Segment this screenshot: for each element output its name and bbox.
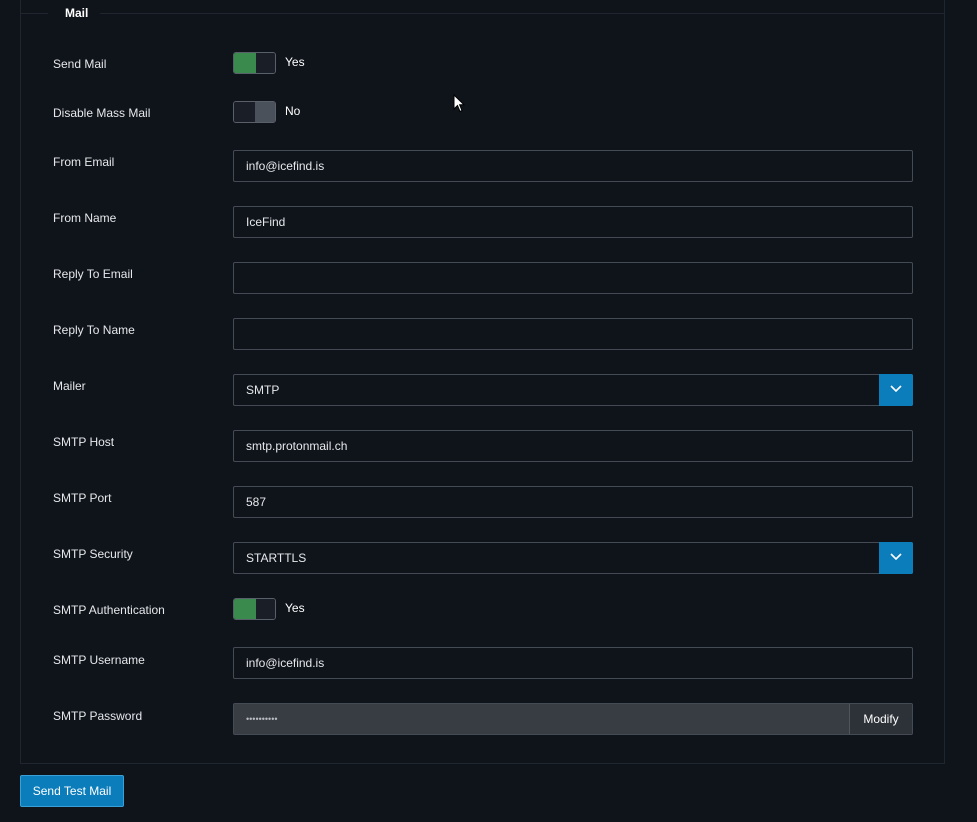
smtp-port-label: SMTP Port [53, 491, 112, 505]
smtp-host-label: SMTP Host [53, 435, 115, 449]
reply-to-email-label: Reply To Email [53, 267, 133, 281]
reply-to-name-label: Reply To Name [53, 323, 135, 337]
fieldset-border [20, 13, 48, 14]
toggle-knob [256, 599, 275, 619]
from-name-field[interactable]: IceFind [233, 206, 913, 238]
smtp-security-selected-value: STARTTLS [246, 551, 307, 565]
mouse-cursor-icon [453, 94, 465, 113]
disable-mass-mail-state: No [285, 104, 301, 118]
toggle-knob [256, 53, 275, 73]
smtp-host-field[interactable]: smtp.protonmail.ch [233, 430, 913, 462]
smtp-security-dropdown-button[interactable] [879, 542, 913, 574]
section-legend: Mail [65, 6, 89, 20]
from-name-label: From Name [53, 211, 117, 225]
smtp-password-label: SMTP Password [53, 709, 143, 723]
smtp-authentication-label: SMTP Authentication [53, 603, 165, 617]
mailer-label: Mailer [53, 379, 86, 393]
mailer-selected-value: SMTP [246, 383, 280, 397]
mailer-dropdown-button[interactable] [879, 374, 913, 406]
from-email-field[interactable]: info@icefind.is [233, 150, 913, 182]
smtp-password-group: •••••••••• Modify [233, 703, 913, 735]
toggle-fill [234, 599, 256, 619]
disable-mass-mail-label: Disable Mass Mail [53, 106, 151, 120]
smtp-password-field[interactable]: •••••••••• [246, 704, 278, 734]
smtp-authentication-state: Yes [285, 601, 305, 615]
toggle-fill [234, 102, 255, 122]
smtp-port-field[interactable]: 587 [233, 486, 913, 518]
smtp-username-label: SMTP Username [53, 653, 145, 667]
smtp-authentication-toggle[interactable] [233, 598, 276, 620]
mail-settings-page: Mail Send Mail Yes Disable Mass Mail No … [0, 0, 977, 822]
reply-to-email-field[interactable] [233, 262, 913, 294]
chevron-down-icon [890, 553, 902, 561]
fieldset-border [100, 13, 945, 14]
smtp-security-select[interactable]: STARTTLS [233, 542, 913, 574]
from-email-label: From Email [53, 155, 115, 169]
chevron-down-icon [890, 385, 902, 393]
send-mail-label: Send Mail [53, 57, 107, 71]
send-mail-toggle[interactable] [233, 52, 276, 74]
send-mail-state: Yes [285, 55, 305, 69]
toggle-knob [255, 102, 275, 122]
toggle-fill [234, 53, 256, 73]
send-test-mail-button[interactable]: Send Test Mail [20, 775, 124, 807]
mailer-select[interactable]: SMTP [233, 374, 913, 406]
smtp-username-field[interactable]: info@icefind.is [233, 647, 913, 679]
disable-mass-mail-toggle[interactable] [233, 101, 276, 123]
smtp-security-label: SMTP Security [53, 547, 133, 561]
modify-password-button[interactable]: Modify [849, 704, 912, 734]
reply-to-name-field[interactable] [233, 318, 913, 350]
